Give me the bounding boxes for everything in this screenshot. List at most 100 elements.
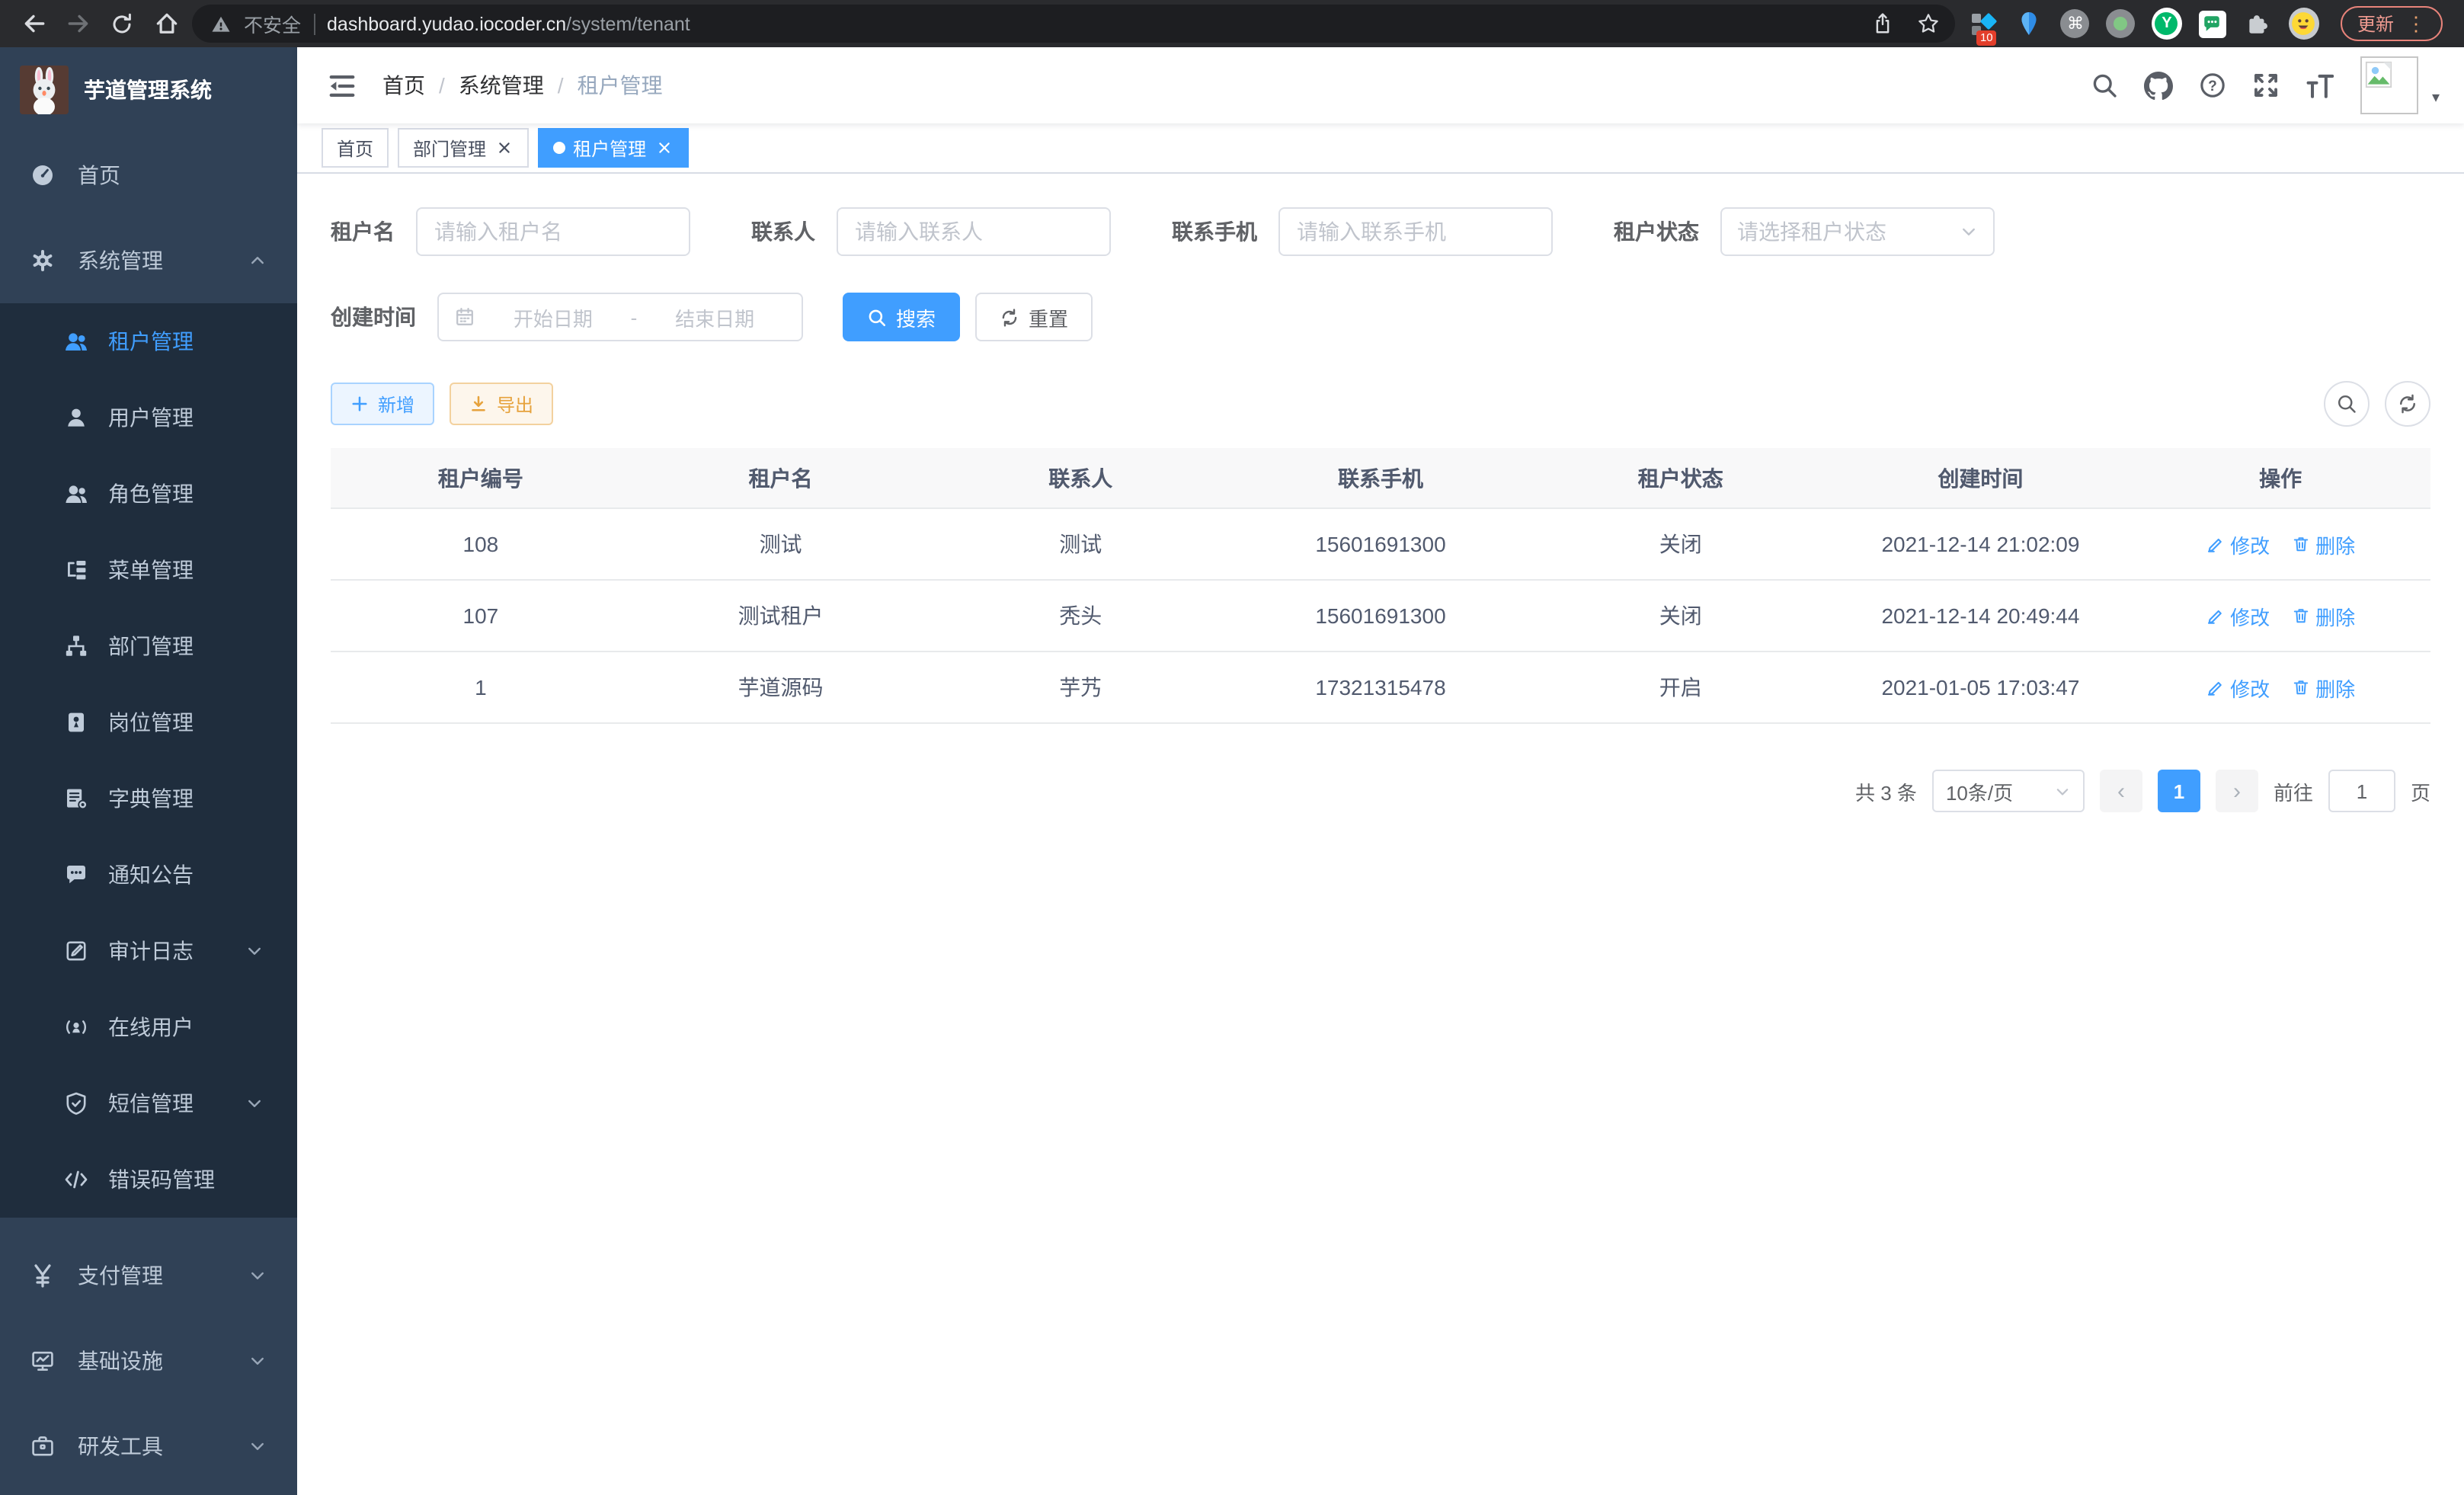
- page-button-1[interactable]: 1: [2158, 770, 2200, 812]
- edit-pencil-icon: [2206, 535, 2224, 553]
- search-button[interactable]: 搜索: [843, 293, 960, 341]
- field-tenant-name: 租户名: [331, 207, 690, 256]
- address-bar[interactable]: 不安全 dashboard.yudao.iocoder.cn/system/te…: [192, 5, 1955, 43]
- announcement-icon: [64, 863, 88, 887]
- sidebar-menu: 首页 系统管理 租: [0, 133, 297, 1489]
- date-range-picker[interactable]: 开始日期 - 结束日期: [437, 293, 803, 341]
- status-select[interactable]: 请选择租户状态: [1720, 207, 1995, 256]
- browser-home-icon[interactable]: [148, 5, 184, 42]
- extension-record-icon[interactable]: [2106, 8, 2136, 39]
- cell-actions: 修改 删除: [2130, 601, 2430, 630]
- extension-command-icon[interactable]: ⌘: [2060, 8, 2091, 39]
- sidebar-item-dept[interactable]: 部门管理: [0, 608, 297, 684]
- delete-link[interactable]: 删除: [2291, 530, 2355, 559]
- extension-pin-icon[interactable]: [2014, 8, 2045, 39]
- url-host: dashboard.yudao.iocoder.cn: [327, 13, 566, 34]
- prev-page-button[interactable]: ‹: [2100, 770, 2142, 812]
- reset-button[interactable]: 重置: [975, 293, 1093, 341]
- sidebar-toggle-icon[interactable]: [322, 66, 361, 105]
- chevron-down-icon: [245, 942, 264, 960]
- profile-avatar[interactable]: [2289, 8, 2319, 39]
- share-icon[interactable]: [1867, 7, 1900, 40]
- cell-mobile: 15601691300: [1230, 603, 1531, 628]
- delete-link[interactable]: 删除: [2291, 673, 2355, 702]
- edit-link[interactable]: 修改: [2206, 673, 2270, 702]
- avatar[interactable]: [2360, 56, 2418, 114]
- breadcrumb-system[interactable]: 系统管理: [459, 70, 544, 101]
- browser-back-icon[interactable]: [15, 5, 52, 42]
- update-button[interactable]: 更新 ⋮: [2341, 6, 2443, 41]
- screen: 不安全 dashboard.yudao.iocoder.cn/system/te…: [0, 0, 2464, 1495]
- app-logo[interactable]: 芋道管理系统: [0, 47, 297, 133]
- sidebar-item-tenant[interactable]: 租户管理: [0, 303, 297, 379]
- cell-created: 2021-01-05 17:03:47: [1831, 675, 2131, 699]
- sidebar-item-user[interactable]: 用户管理: [0, 379, 297, 456]
- show-search-icon[interactable]: [2324, 381, 2370, 427]
- sidebar-item-dict[interactable]: 字典管理: [0, 760, 297, 837]
- sidebar-item-menu[interactable]: 菜单管理: [0, 532, 297, 608]
- sidebar-item-system[interactable]: 系统管理: [0, 218, 297, 303]
- table-toolbar: 新增 导出: [331, 381, 2430, 427]
- column-header: 联系手机: [1230, 463, 1531, 493]
- sidebar-item-infrastructure[interactable]: 基础设施: [0, 1318, 297, 1404]
- caret-down-icon[interactable]: ▾: [2432, 89, 2440, 106]
- extension-tag-icon[interactable]: 10: [1969, 8, 1999, 39]
- devtools-icon: [30, 1434, 55, 1458]
- sidebar-item-online-user[interactable]: 在线用户: [0, 989, 297, 1065]
- browser-reload-icon[interactable]: [104, 5, 140, 42]
- tab-home[interactable]: 首页: [322, 128, 389, 168]
- sidebar-item-pay[interactable]: 支付管理: [0, 1233, 297, 1318]
- page-size-select[interactable]: 10条/页: [1932, 770, 2085, 812]
- edit-pencil-icon: [2206, 607, 2224, 625]
- extension-yuque-icon[interactable]: Y: [2152, 8, 2182, 39]
- browser-menu-icon[interactable]: ⋮: [2406, 14, 2426, 34]
- close-icon[interactable]: [654, 138, 674, 158]
- field-mobile: 联系手机: [1172, 207, 1553, 256]
- browser-forward-icon[interactable]: [59, 5, 96, 42]
- sidebar-item-label: 用户管理: [108, 402, 264, 433]
- tab-tenant[interactable]: 租户管理: [538, 128, 689, 168]
- sidebar-item-home[interactable]: 首页: [0, 133, 297, 218]
- trash-icon: [2291, 535, 2309, 553]
- chevron-down-icon: [248, 1266, 267, 1285]
- sidebar-item-sms[interactable]: 短信管理: [0, 1065, 297, 1141]
- trash-icon: [2291, 678, 2309, 696]
- font-size-icon[interactable]: [2306, 72, 2334, 98]
- sidebar-item-error-code[interactable]: 错误码管理: [0, 1141, 297, 1218]
- contact-input[interactable]: [837, 207, 1111, 256]
- extensions-puzzle-icon[interactable]: [2243, 8, 2274, 39]
- svg-text:?: ?: [2208, 78, 2217, 94]
- sidebar-item-notice[interactable]: 通知公告: [0, 837, 297, 913]
- github-icon[interactable]: [2144, 71, 2173, 100]
- add-button[interactable]: 新增: [331, 383, 434, 425]
- extension-chat-icon[interactable]: [2197, 8, 2228, 39]
- help-icon[interactable]: ?: [2199, 72, 2226, 99]
- y-logo-icon: Y: [2152, 8, 2182, 40]
- tab-label: 部门管理: [413, 135, 486, 161]
- edit-link[interactable]: 修改: [2206, 530, 2270, 559]
- tenant-name-input[interactable]: [416, 207, 690, 256]
- breadcrumb-home[interactable]: 首页: [382, 70, 425, 101]
- sidebar-item-label: 部门管理: [108, 631, 264, 661]
- close-icon[interactable]: [494, 138, 514, 158]
- refresh-table-icon[interactable]: [2385, 381, 2430, 427]
- edit-link[interactable]: 修改: [2206, 601, 2270, 630]
- edit-pencil-icon: [2206, 678, 2224, 696]
- chevron-up-icon: [248, 251, 267, 270]
- mobile-input[interactable]: [1278, 207, 1553, 256]
- next-page-button[interactable]: ›: [2216, 770, 2258, 812]
- sidebar-item-audit-log[interactable]: 审计日志: [0, 913, 297, 989]
- delete-link[interactable]: 删除: [2291, 601, 2355, 630]
- sidebar-item-devtools[interactable]: 研发工具: [0, 1404, 297, 1489]
- bookmark-star-icon[interactable]: [1912, 7, 1946, 40]
- sidebar-item-label: 在线用户: [108, 1012, 264, 1042]
- search-button-label: 搜索: [896, 303, 936, 331]
- export-button[interactable]: 导出: [450, 383, 553, 425]
- sidebar-item-post[interactable]: 岗位管理: [0, 684, 297, 760]
- search-icon[interactable]: [2091, 72, 2118, 99]
- sidebar-item-role[interactable]: 角色管理: [0, 456, 297, 532]
- tab-dept[interactable]: 部门管理: [398, 128, 529, 168]
- goto-page-input[interactable]: [2328, 770, 2395, 812]
- fullscreen-icon[interactable]: [2252, 72, 2280, 99]
- sidebar-item-label: 短信管理: [108, 1088, 226, 1119]
